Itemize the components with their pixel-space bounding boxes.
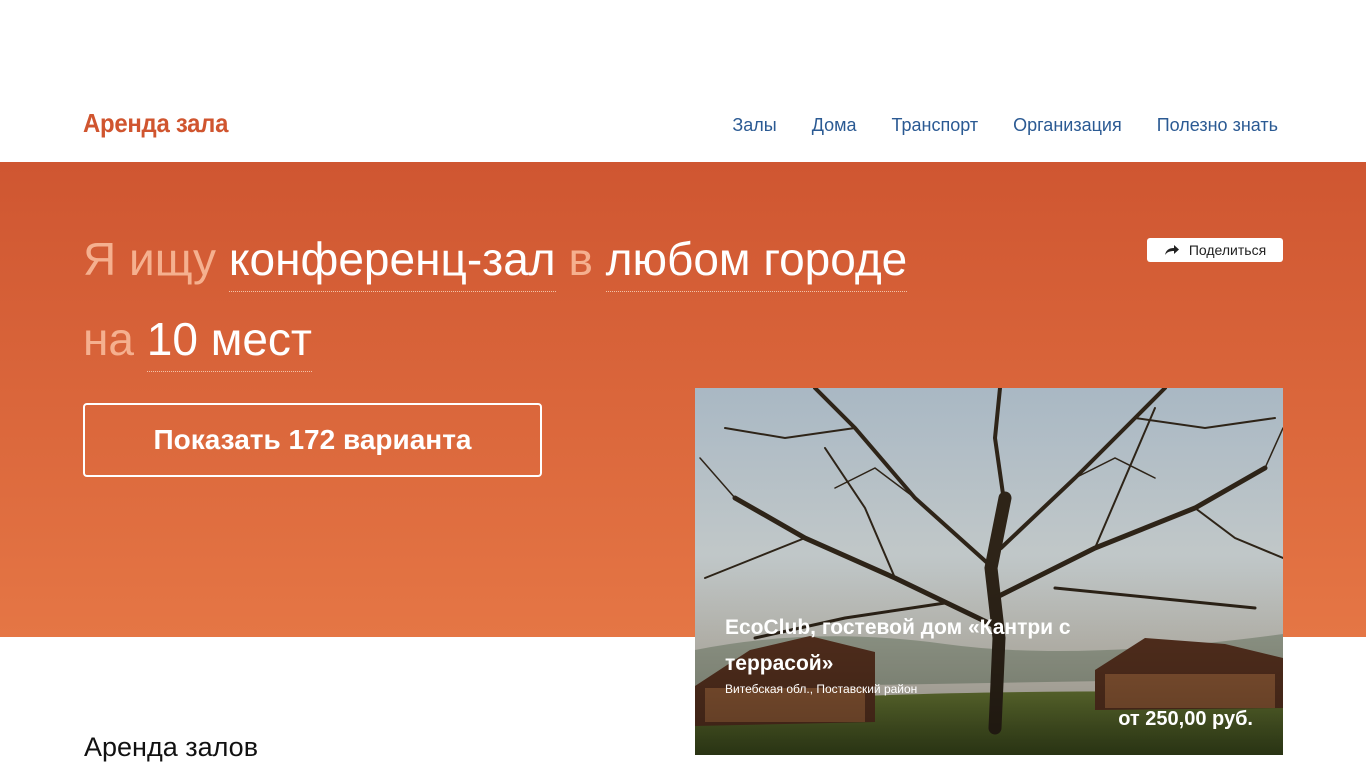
main-nav: Залы Дома Транспорт Организация Полезно …	[732, 115, 1278, 136]
search-sentence-line-1: Я ищу конференц-зал в любом городе	[83, 233, 908, 292]
site-header: Аренда зала Залы Дома Транспорт Организа…	[0, 0, 1366, 162]
show-results-button[interactable]: Показать 172 варианта	[83, 403, 542, 477]
venue-region: Витебская обл., Поставский район	[725, 682, 918, 696]
venue-photo	[695, 388, 1283, 755]
search-prefix: Я ищу	[83, 233, 217, 285]
capacity-selector[interactable]: 10 мест	[146, 313, 313, 372]
city-selector[interactable]: любом городе	[605, 233, 908, 292]
nav-item-useful[interactable]: Полезно знать	[1157, 115, 1278, 136]
search-in-word: в	[568, 233, 593, 285]
search-sentence-line-2: на 10 мест	[83, 313, 313, 372]
share-arrow-icon	[1164, 245, 1179, 255]
share-button-label: Поделиться	[1188, 242, 1267, 258]
venue-type-selector[interactable]: конференц-зал	[228, 233, 556, 292]
nav-item-houses[interactable]: Дома	[812, 115, 857, 136]
nav-item-halls[interactable]: Залы	[732, 115, 776, 136]
nav-item-transport[interactable]: Транспорт	[892, 115, 979, 136]
search-on-word: на	[83, 313, 134, 365]
section-title-hall-rent: Аренда залов	[84, 732, 259, 762]
featured-venue-card[interactable]: EcoClub, гостевой дом «Кантри с террасой…	[695, 388, 1283, 755]
nav-item-organization[interactable]: Организация	[1013, 115, 1122, 136]
venue-price: от 250,00 руб.	[1118, 708, 1253, 730]
share-button[interactable]: Поделиться	[1147, 238, 1283, 262]
venue-title: EcoClub, гостевой дом «Кантри с террасой…	[725, 616, 1071, 675]
site-logo[interactable]: Аренда зала	[83, 108, 228, 139]
